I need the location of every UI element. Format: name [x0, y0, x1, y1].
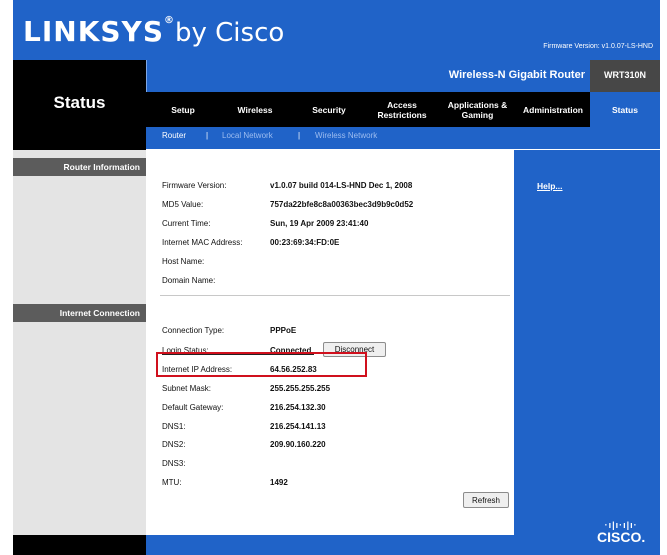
- label-connection-type: Connection Type:: [162, 326, 225, 335]
- value-mtu: 1492: [270, 478, 288, 487]
- cisco-logo-word: CISCO.: [597, 529, 646, 545]
- help-link[interactable]: Help...: [537, 181, 563, 191]
- footer-left: [13, 535, 146, 555]
- label-mac-address: Internet MAC Address:: [162, 238, 243, 247]
- value-dns1: 216.254.141.13: [270, 422, 326, 431]
- refresh-button[interactable]: Refresh: [463, 492, 509, 508]
- subtab-wireless-network[interactable]: Wireless Network: [315, 131, 377, 140]
- tab-security[interactable]: Security: [294, 92, 364, 127]
- value-subnet-mask: 255.255.255.255: [270, 384, 331, 393]
- label-current-time: Current Time:: [162, 219, 211, 228]
- value-dns2: 209.90.160.220: [270, 440, 326, 449]
- tab-applications-gaming[interactable]: Applications & Gaming: [441, 92, 514, 127]
- product-name: Wireless-N Gigabit Router: [448, 69, 585, 81]
- tab-status[interactable]: Status: [590, 92, 660, 127]
- value-default-gateway: 216.254.132.30: [270, 403, 326, 412]
- linksys-logo: LINKSYS®by Cisco: [23, 15, 285, 48]
- label-firmware-version: Firmware Version:: [162, 181, 227, 190]
- tab-administration[interactable]: Administration: [516, 92, 590, 127]
- label-domain-name: Domain Name:: [162, 276, 216, 285]
- label-md5: MD5 Value:: [162, 200, 204, 209]
- value-md5: 757da22bfe8c8a00363bec3d9b9c0d52: [270, 200, 414, 209]
- ip-highlight-box: [156, 352, 367, 377]
- subtab-router[interactable]: Router: [162, 131, 186, 140]
- subnav-separator: |: [298, 131, 301, 140]
- label-dns1: DNS1:: [162, 422, 186, 431]
- label-mtu: MTU:: [162, 478, 182, 487]
- value-current-time: Sun, 19 Apr 2009 23:41:40: [270, 219, 369, 228]
- value-connection-type: PPPoE: [270, 326, 297, 335]
- cisco-logo: ·ı|ı·ı|ı· CISCO.: [597, 520, 645, 545]
- subtab-local-network[interactable]: Local Network: [222, 131, 273, 140]
- section-divider: [160, 295, 510, 296]
- section-router-information: Router Information: [13, 158, 146, 176]
- value-firmware-version: v1.0.07 build 014-LS-HND Dec 1, 2008: [270, 181, 413, 190]
- footer-main: [146, 535, 514, 555]
- section-internet-connection: Internet Connection: [13, 304, 146, 322]
- help-column: [514, 150, 660, 535]
- value-mac-address: 00:23:69:34:FD:0E: [270, 238, 340, 247]
- tab-setup[interactable]: Setup: [150, 92, 216, 127]
- label-dns3: DNS3:: [162, 459, 186, 468]
- left-column: [13, 150, 146, 535]
- tab-access-restrictions[interactable]: Access Restrictions: [366, 92, 438, 127]
- firmware-version-label: Firmware Version: v1.0.07-LS-HND: [543, 43, 653, 50]
- label-host-name: Host Name:: [162, 257, 205, 266]
- subnav-separator: |: [206, 131, 209, 140]
- model-name: WRT310N: [603, 70, 646, 80]
- page-title: Status: [53, 93, 106, 112]
- tab-wireless[interactable]: Wireless: [220, 92, 290, 127]
- label-subnet-mask: Subnet Mask:: [162, 384, 211, 393]
- label-dns2: DNS2:: [162, 440, 186, 449]
- label-default-gateway: Default Gateway:: [162, 403, 224, 412]
